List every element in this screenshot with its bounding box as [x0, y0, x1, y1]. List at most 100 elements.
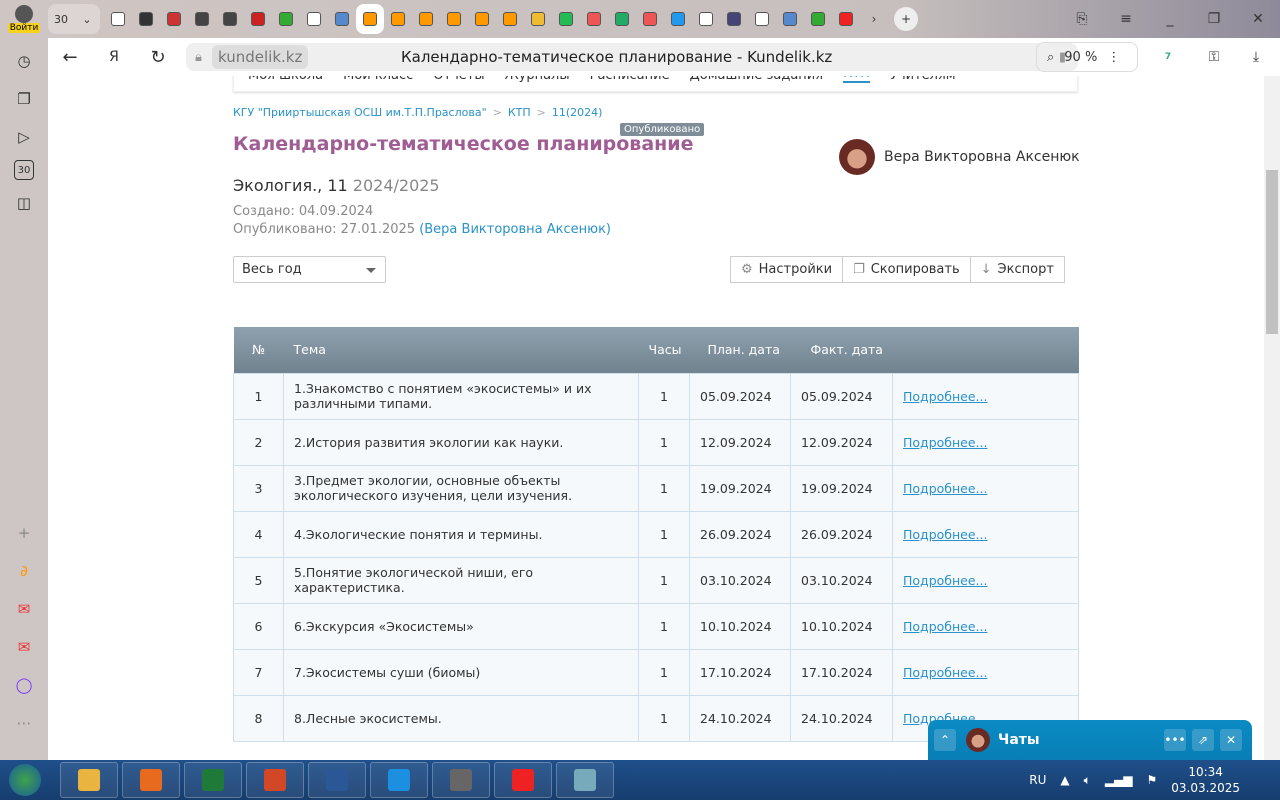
reload-icon[interactable]: ↻ [136, 47, 180, 68]
details-link[interactable]: Подробнее... [903, 435, 987, 450]
open-external-icon[interactable]: ⇗ [1192, 729, 1214, 751]
download-icon[interactable]: ⤓ [1244, 46, 1268, 68]
browser-tab[interactable] [664, 4, 692, 34]
browser-tab[interactable] [160, 4, 188, 34]
browser-tab[interactable] [468, 4, 496, 34]
details-link[interactable]: Подробнее... [903, 573, 987, 588]
browser-tab[interactable] [440, 4, 468, 34]
publisher-link[interactable]: (Вера Викторовна Аксенюк) [419, 222, 611, 237]
clock[interactable]: 10:34 03.03.2025 [1171, 764, 1240, 796]
browser-tab[interactable] [496, 4, 524, 34]
collections-icon[interactable]: ❐ [9, 84, 39, 114]
details-link[interactable]: Подробнее... [903, 527, 987, 542]
nav-item[interactable]: Отчеты [433, 76, 484, 83]
start-button[interactable] [0, 760, 50, 800]
chat-widget[interactable]: ⌃ Чаты ••• ⇗ ✕ [928, 720, 1252, 760]
browser-tab[interactable] [104, 4, 132, 34]
taskbar-app[interactable] [432, 762, 490, 798]
browser-tab[interactable] [216, 4, 244, 34]
browser-tab[interactable] [720, 4, 748, 34]
nav-item[interactable]: КТП [843, 76, 871, 83]
new-tab-button[interactable]: + [894, 7, 918, 31]
back-icon[interactable]: ← [48, 47, 92, 68]
url-field[interactable]: 🔒︎ kundelik.kz Календарно-тематическое п… [186, 43, 1078, 71]
browser-tab[interactable] [552, 4, 580, 34]
scrollbar-thumb[interactable] [1266, 170, 1278, 334]
tray-expand-icon[interactable]: ▲ [1060, 773, 1069, 787]
browser-tab[interactable] [328, 4, 356, 34]
taskbar-app[interactable] [184, 762, 242, 798]
close-icon[interactable]: ✕ [1220, 729, 1242, 751]
nav-item[interactable]: Расписание [590, 76, 670, 83]
taskbar-app[interactable] [246, 762, 304, 798]
protect-icon[interactable]: 7 [1156, 46, 1180, 68]
scrollbar[interactable] [1264, 76, 1280, 760]
more-icon[interactable]: ⋯ [9, 708, 39, 738]
language-indicator[interactable]: RU [1029, 773, 1046, 787]
screenshot-icon[interactable]: ◫ [9, 188, 39, 218]
browser-tab[interactable] [580, 4, 608, 34]
browser-tab[interactable] [524, 4, 552, 34]
browser-tab[interactable] [636, 4, 664, 34]
add-icon[interactable]: + [9, 518, 39, 548]
more-icon[interactable]: ••• [1164, 729, 1186, 751]
settings-button[interactable]: ⚙ Настройки [730, 256, 844, 283]
zoom-control[interactable]: ⌕ 90 % ⋮ [1036, 42, 1138, 72]
browser-tab[interactable] [356, 4, 384, 34]
tabs-scroll-right-icon[interactable]: › [860, 4, 888, 34]
tab-count-icon[interactable]: 30 [14, 160, 34, 180]
nav-item[interactable]: Моя школа [248, 76, 323, 83]
alice-icon[interactable]: ◯ [9, 670, 39, 700]
browser-tab[interactable] [132, 4, 160, 34]
history-icon[interactable]: ◷ [9, 46, 39, 76]
taskbar-app[interactable] [556, 762, 614, 798]
export-button[interactable]: ↓ Экспорт [969, 256, 1065, 283]
kundelik-icon[interactable]: ∂ [9, 556, 39, 586]
bookmarks-icon[interactable]: ⎘ [1060, 0, 1104, 38]
taskbar-app[interactable] [60, 762, 118, 798]
browser-tab[interactable] [300, 4, 328, 34]
browser-tab[interactable] [608, 4, 636, 34]
tab-group[interactable]: 30 ⌄ [48, 4, 100, 34]
nav-item[interactable]: Мой класс [343, 76, 413, 83]
action-center-flag-icon[interactable]: ⚑ [1147, 773, 1158, 787]
browser-tab[interactable] [384, 4, 412, 34]
browser-tab[interactable] [832, 4, 860, 34]
taskbar-app[interactable] [370, 762, 428, 798]
volume-icon[interactable]: 🔈︎ [1084, 773, 1091, 788]
browser-tab[interactable] [776, 4, 804, 34]
taskbar-app[interactable] [494, 762, 552, 798]
password-icon[interactable]: ⚿ [1202, 46, 1226, 68]
period-select[interactable]: Весь год [233, 256, 386, 283]
browser-tab[interactable] [244, 4, 272, 34]
restore-button[interactable]: ❐ [1192, 0, 1236, 38]
browser-tab[interactable] [412, 4, 440, 34]
breadcrumb-ktp[interactable]: КТП [508, 106, 531, 119]
login-button[interactable]: Войти [0, 0, 48, 38]
nav-item[interactable]: Журналы [505, 76, 570, 83]
mail-icon[interactable]: ✉ [9, 632, 39, 662]
nav-item[interactable]: Учителям [890, 76, 956, 83]
details-link[interactable]: Подробнее... [903, 665, 987, 680]
details-link[interactable]: Подробнее... [903, 619, 987, 634]
browser-tab[interactable] [188, 4, 216, 34]
yandex-icon[interactable]: Я [92, 49, 136, 65]
author[interactable]: Вера Викторовна Аксенюк [839, 139, 1080, 175]
details-link[interactable]: Подробнее... [903, 481, 987, 496]
play-icon[interactable]: ▷ [9, 122, 39, 152]
close-button[interactable]: ✕ [1236, 0, 1280, 38]
copy-button[interactable]: ❐ Скопировать [842, 256, 971, 283]
chevron-down-icon[interactable]: ⌄ [74, 13, 100, 26]
browser-tab[interactable] [748, 4, 776, 34]
nav-item[interactable]: Домашние задания [690, 76, 823, 83]
browser-tab[interactable] [692, 4, 720, 34]
browser-tab[interactable] [804, 4, 832, 34]
taskbar-app[interactable] [122, 762, 180, 798]
minimize-button[interactable]: _ [1148, 0, 1192, 38]
taskbar-app[interactable] [308, 762, 366, 798]
mail-icon[interactable]: ✉ [9, 594, 39, 624]
chevron-up-icon[interactable]: ⌃ [934, 729, 956, 751]
breadcrumb-school[interactable]: КГУ "Прииртышская ОСШ им.Т.П.Праслова" [233, 106, 487, 119]
details-link[interactable]: Подробнее... [903, 389, 987, 404]
browser-tab[interactable] [272, 4, 300, 34]
